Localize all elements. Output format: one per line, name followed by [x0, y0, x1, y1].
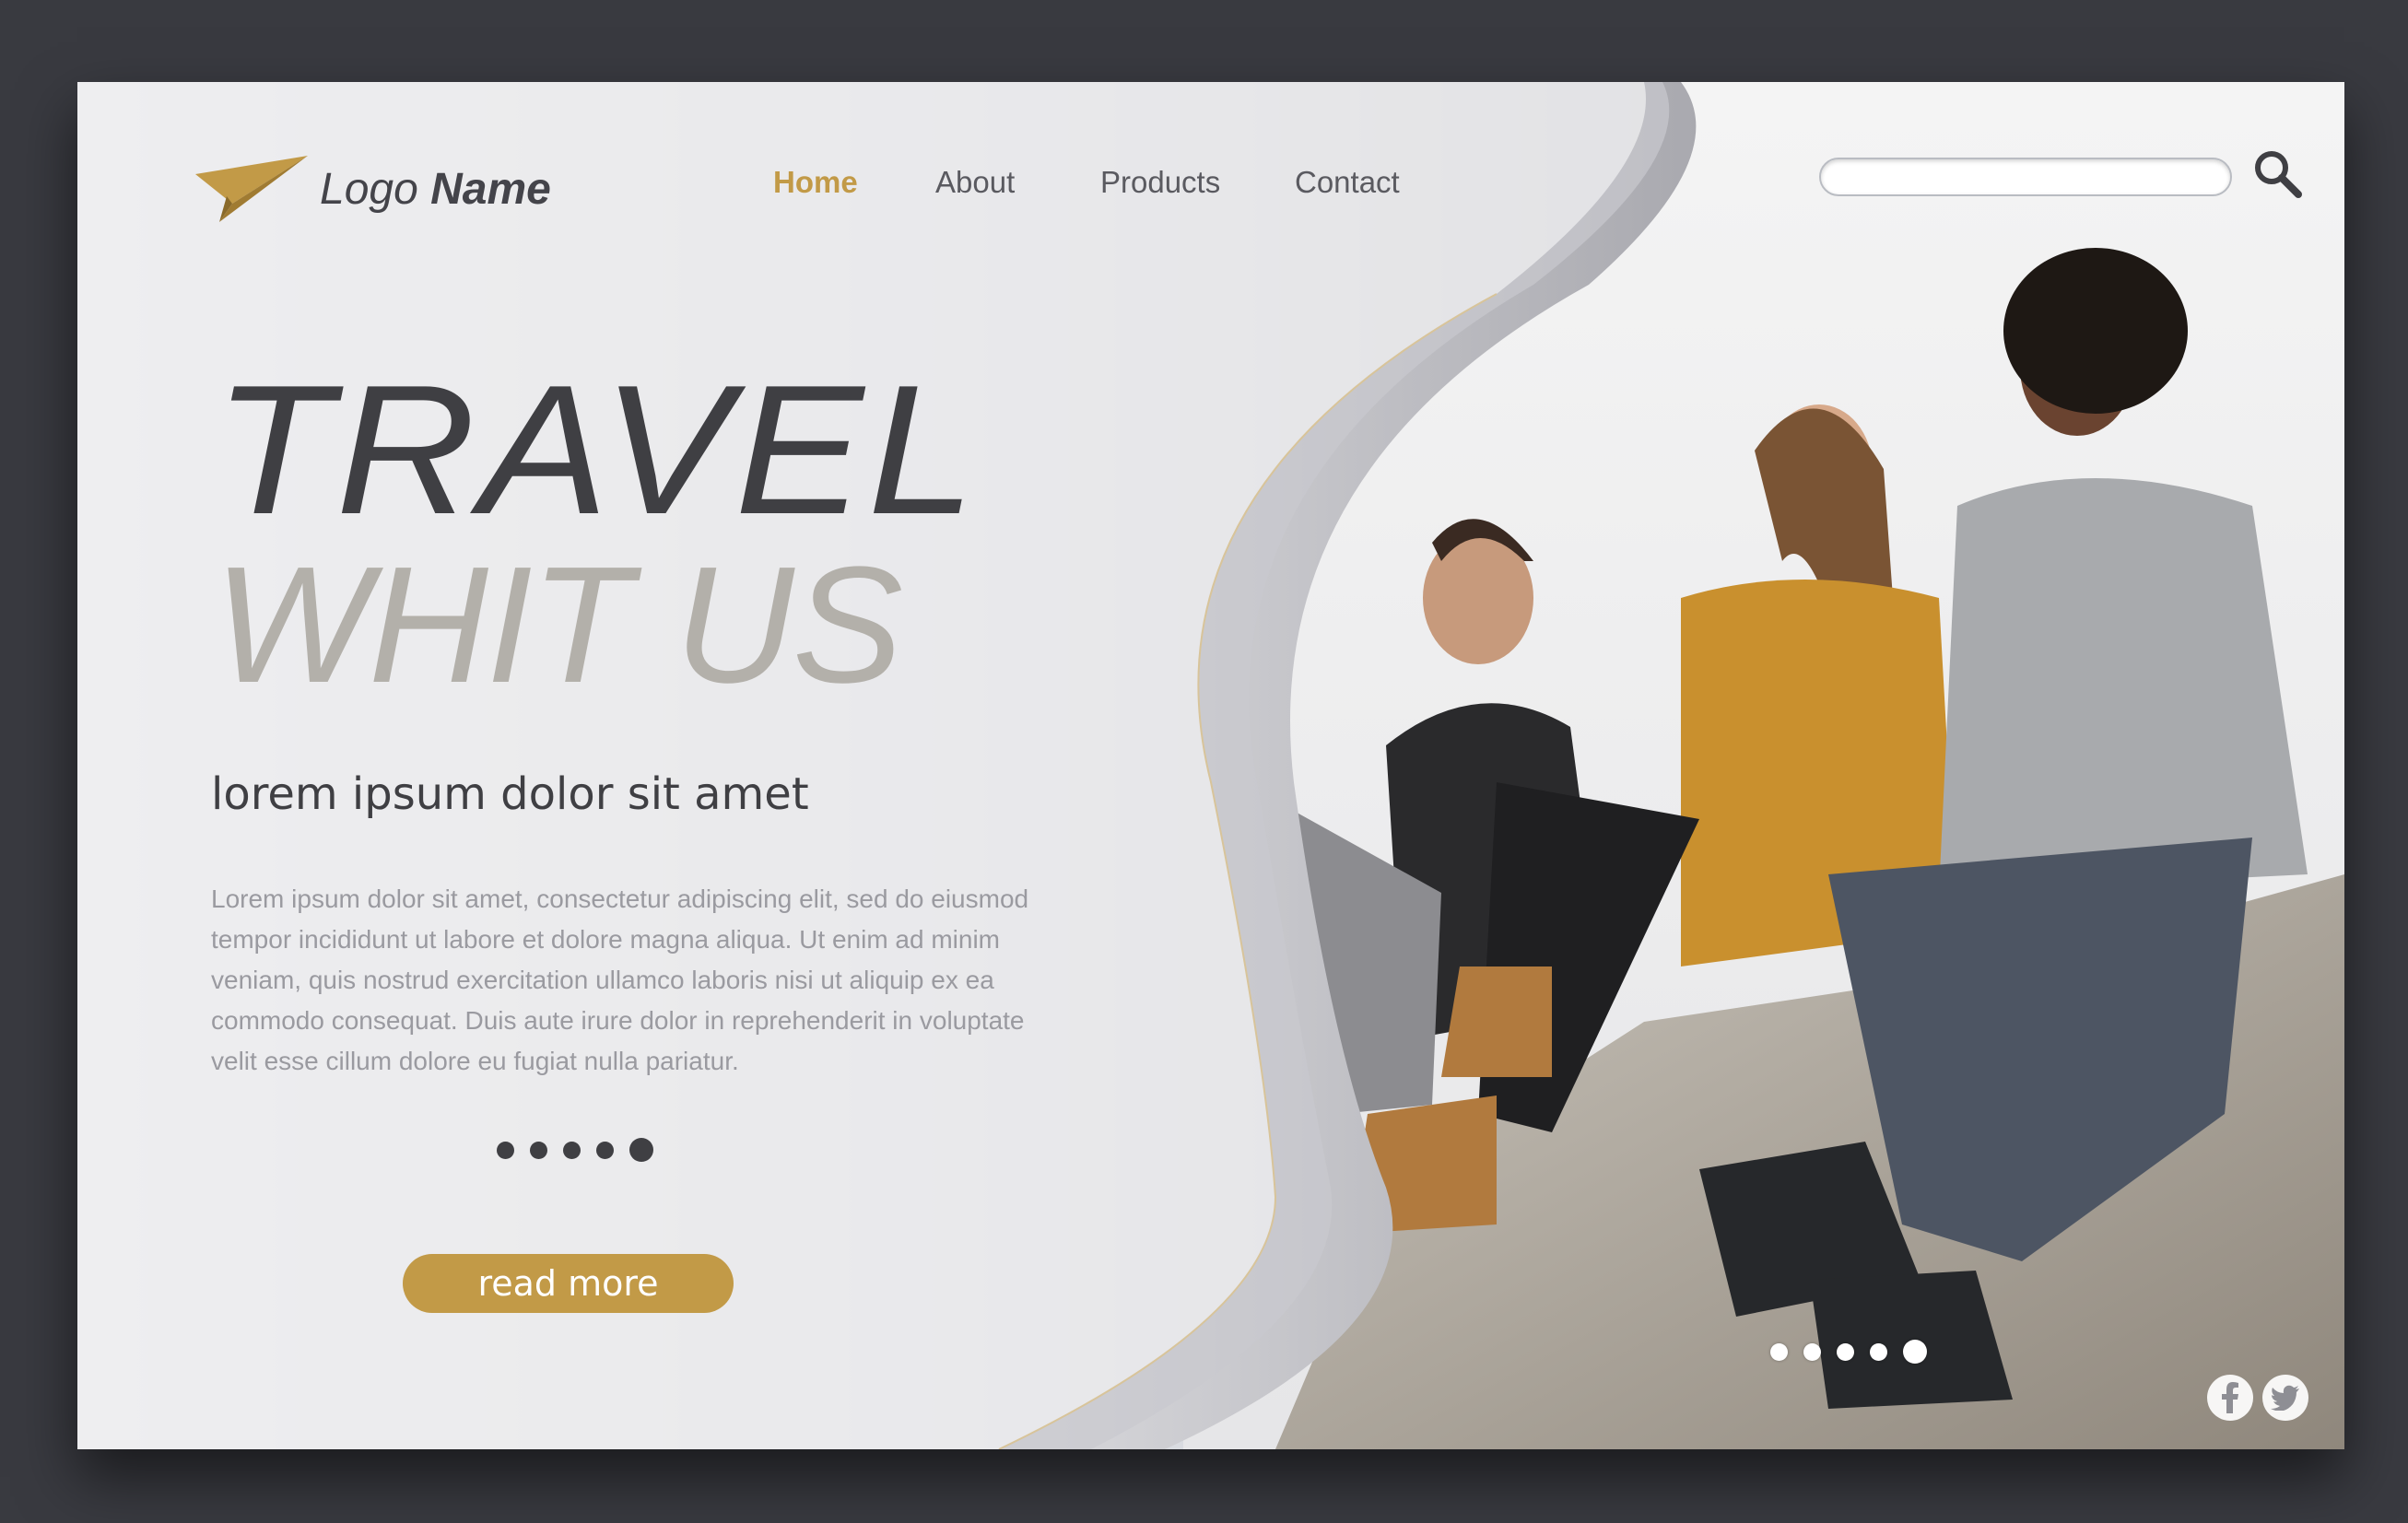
hero-title-line2: WHIT US — [214, 533, 903, 718]
logo-word-1: Logo — [320, 164, 418, 214]
facebook-icon — [2222, 1382, 2238, 1413]
logo-text: Logo Name — [320, 164, 551, 215]
photo-slider-dot[interactable] — [1803, 1342, 1821, 1361]
search-input[interactable] — [1819, 158, 2232, 196]
slider-dot-active[interactable] — [629, 1138, 653, 1162]
nav-item-home[interactable]: Home — [773, 165, 858, 200]
slider-dot[interactable] — [530, 1141, 547, 1159]
landing-page: Logo Name Home About Products Contact TR… — [77, 82, 2344, 1449]
slider-dot[interactable] — [563, 1141, 581, 1159]
nav-item-about[interactable]: About — [935, 165, 1015, 200]
nav-item-contact[interactable]: Contact — [1295, 165, 1400, 200]
photo-slider-dot[interactable] — [1770, 1342, 1788, 1361]
logo[interactable]: Logo Name — [195, 156, 551, 222]
photo-slider-dot[interactable] — [1837, 1342, 1854, 1361]
hero-body-text: Lorem ipsum dolor sit amet, consectetur … — [211, 885, 1029, 1075]
search-button[interactable] — [2252, 148, 2304, 200]
top-nav: Logo Name Home About Products Contact — [77, 82, 2344, 285]
logo-word-2: Name — [430, 164, 551, 214]
hero-subtitle: lorem ipsum dolor sit amet — [211, 768, 809, 820]
paper-plane-icon — [195, 156, 308, 222]
facebook-link[interactable] — [2207, 1375, 2253, 1421]
search-icon — [2255, 151, 2302, 198]
nav-item-products[interactable]: Products — [1100, 165, 1220, 200]
hero-title-line1: TRAVEL — [214, 347, 980, 553]
photo-slider-dot-active[interactable] — [1903, 1340, 1927, 1364]
read-more-button[interactable]: read more — [403, 1254, 734, 1313]
photo-slider-dot[interactable] — [1870, 1342, 1887, 1361]
hero-photo — [77, 82, 2344, 1449]
photo-slider-dots — [1770, 1340, 1943, 1364]
twitter-icon — [2271, 1385, 2299, 1411]
text-slider-dots — [497, 1138, 669, 1162]
slider-dot[interactable] — [596, 1141, 614, 1159]
slider-dot[interactable] — [497, 1141, 514, 1159]
twitter-link[interactable] — [2262, 1375, 2308, 1421]
